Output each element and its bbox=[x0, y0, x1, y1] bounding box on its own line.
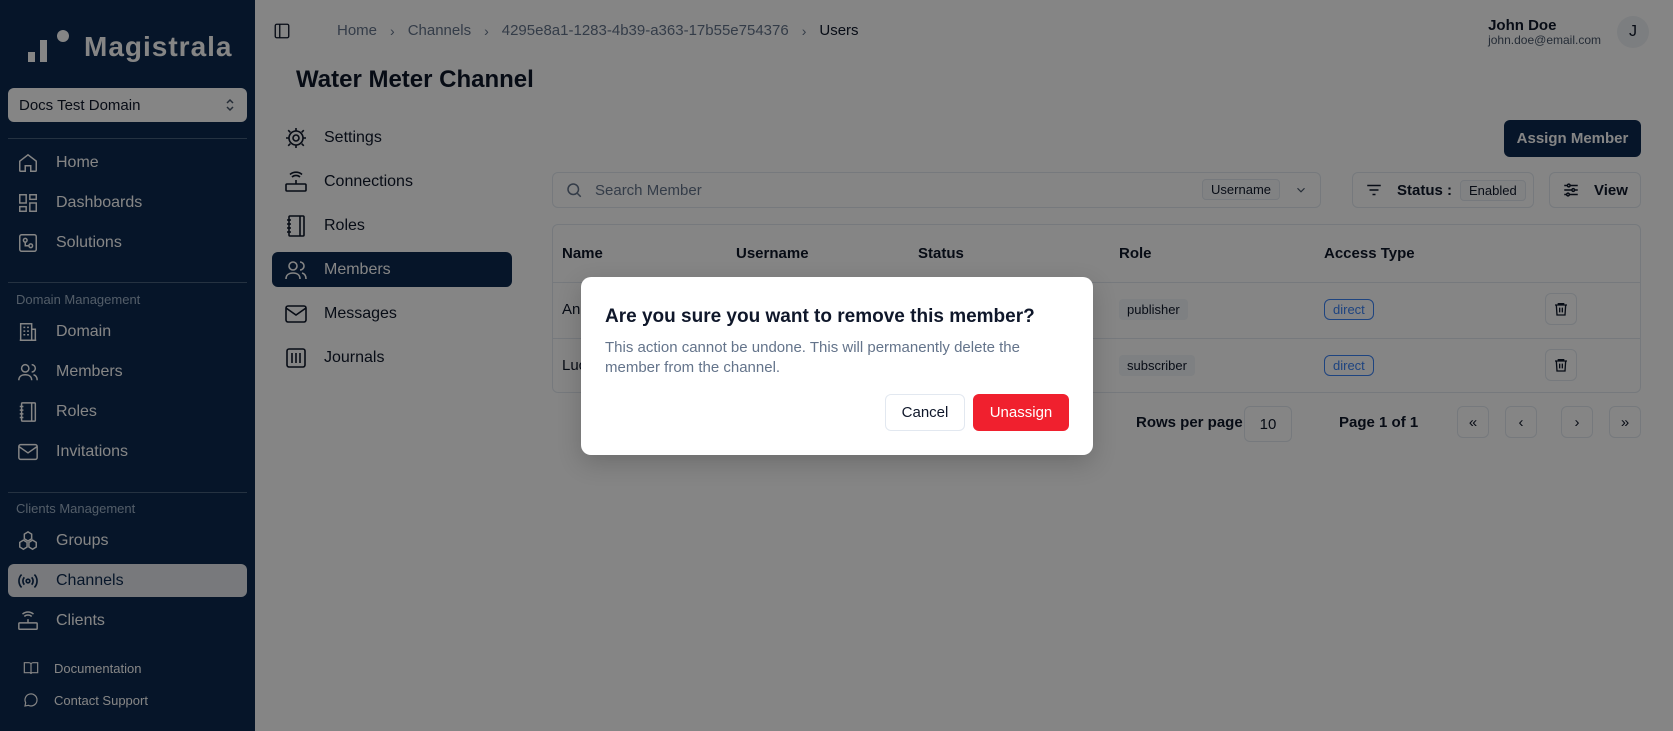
confirm-dialog: Are you sure you want to remove this mem… bbox=[581, 277, 1093, 455]
dialog-title: Are you sure you want to remove this mem… bbox=[605, 306, 1035, 327]
dialog-description: This action cannot be undone. This will … bbox=[605, 339, 1020, 376]
cancel-button[interactable]: Cancel bbox=[885, 394, 965, 431]
unassign-button[interactable]: Unassign bbox=[973, 394, 1069, 431]
